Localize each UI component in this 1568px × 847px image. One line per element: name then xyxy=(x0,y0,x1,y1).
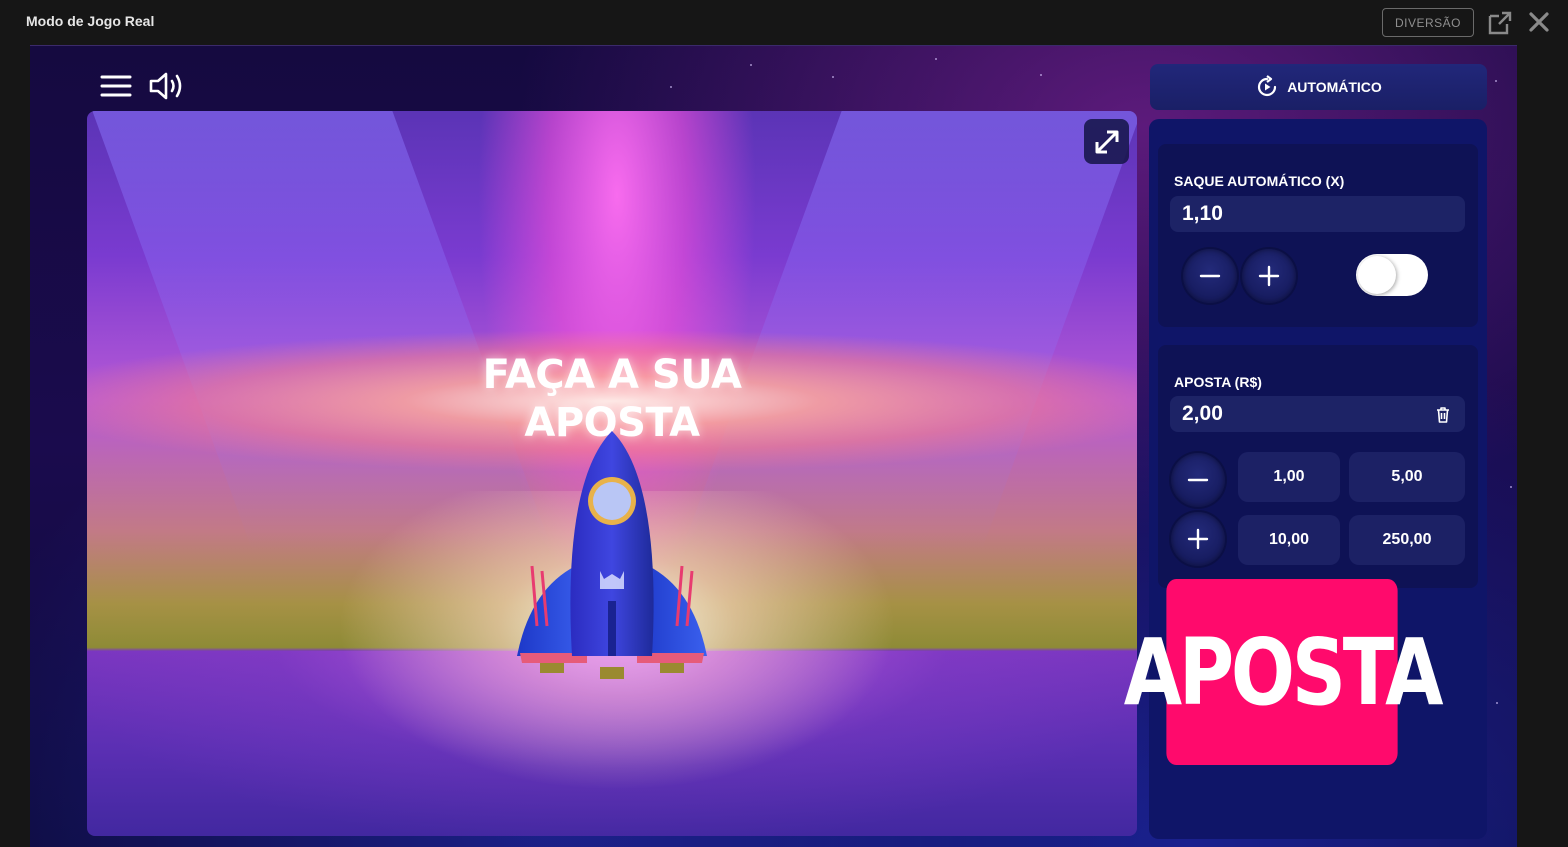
fun-mode-button[interactable]: DIVERSÃO xyxy=(1382,8,1474,37)
auto-cashout-increase-button[interactable] xyxy=(1242,249,1296,303)
auto-cashout-label: SAQUE AUTOMÁTICO (X) xyxy=(1174,173,1345,189)
window-title: Modo de Jogo Real xyxy=(26,13,155,29)
expand-icon xyxy=(1095,130,1118,153)
trash-icon[interactable] xyxy=(1435,406,1451,424)
tab-automatic-label: AUTOMÁTICO xyxy=(1287,79,1382,95)
external-link-icon[interactable] xyxy=(1487,10,1513,36)
quick-bet-chip[interactable]: 1,00 xyxy=(1238,452,1340,502)
window-titlebar: Modo de Jogo Real DIVERSÃO xyxy=(0,0,1568,44)
plus-icon xyxy=(1258,265,1280,287)
fullscreen-button[interactable] xyxy=(1084,119,1129,164)
bet-amount-value: 2,00 xyxy=(1182,402,1223,425)
bet-amount-label: APOSTA (R$) xyxy=(1174,374,1262,390)
bet-amount-input[interactable]: 2,00 xyxy=(1170,396,1465,432)
quick-bet-chip[interactable]: 250,00 xyxy=(1349,515,1465,565)
game-stage: FAÇA A SUA APOSTA xyxy=(87,111,1137,836)
close-icon[interactable] xyxy=(1528,11,1550,33)
sound-icon[interactable] xyxy=(148,70,186,102)
auto-cashout-card: SAQUE AUTOMÁTICO (X) 1,10 xyxy=(1158,144,1478,327)
place-bet-button[interactable]: APOSTA xyxy=(1124,579,1444,765)
bet-amount-card: APOSTA (R$) 2,00 1,00 5,00 10,00 250,00 xyxy=(1158,345,1478,588)
auto-cashout-decrease-button[interactable] xyxy=(1183,249,1237,303)
headline-line-1: FAÇA A SUA xyxy=(482,352,742,398)
minus-icon xyxy=(1199,274,1221,278)
menu-icon[interactable] xyxy=(100,73,132,99)
tab-automatic[interactable]: AUTOMÁTICO xyxy=(1150,64,1487,110)
bet-decrease-button[interactable] xyxy=(1171,453,1225,507)
minus-icon xyxy=(1187,478,1209,482)
rocket-illustration xyxy=(517,431,707,679)
auto-play-icon xyxy=(1258,75,1277,97)
quick-bet-chip[interactable]: 5,00 xyxy=(1349,452,1465,502)
quick-bet-chip[interactable]: 10,00 xyxy=(1238,515,1340,565)
auto-cashout-toggle[interactable] xyxy=(1356,254,1428,296)
auto-cashout-input[interactable]: 1,10 xyxy=(1170,196,1465,232)
toggle-knob xyxy=(1358,256,1396,294)
bet-increase-button[interactable] xyxy=(1171,512,1225,566)
plus-icon xyxy=(1187,528,1209,550)
